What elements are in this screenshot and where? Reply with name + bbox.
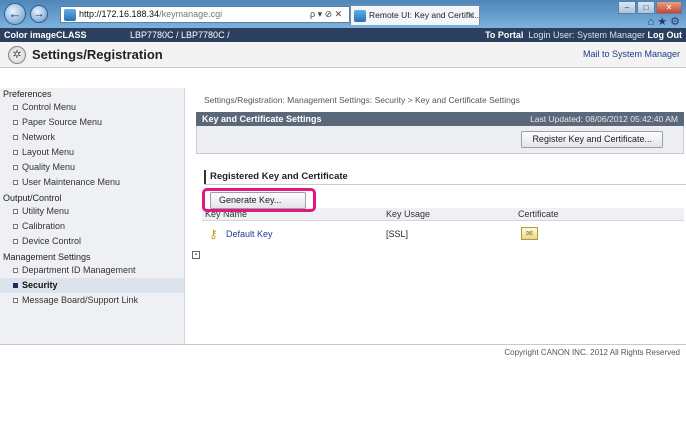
bullet-icon xyxy=(13,165,18,170)
sidebar-item-label: Message Board/Support Link xyxy=(22,295,139,305)
section-body: Register Key and Certificate... xyxy=(196,126,684,154)
sidebar-item-label: Layout Menu xyxy=(22,147,75,157)
sidebar-item-security[interactable]: Security xyxy=(0,278,184,293)
footer-divider xyxy=(0,344,686,345)
settings-gear-icon: ✲ xyxy=(8,46,26,64)
mail-to-system-manager-link[interactable]: Mail to System Manager xyxy=(583,49,680,59)
key-usage-value: [SSL] xyxy=(386,229,409,239)
sidebar-item-label: Utility Menu xyxy=(22,206,70,216)
model-name: LBP7780C / LBP7780C / xyxy=(130,30,230,40)
forward-button[interactable]: → xyxy=(30,5,48,23)
page-title: Settings/Registration xyxy=(32,47,163,62)
back-arrow-icon: ← xyxy=(8,6,22,21)
sidebar-item-layout-menu[interactable]: Layout Menu xyxy=(0,145,184,160)
address-bar[interactable]: http://172.16.188.34/keymanage.cgi xyxy=(60,6,350,23)
sidebar-item-label: Department ID Management xyxy=(22,265,136,275)
tab-close-icon[interactable]: ✕ xyxy=(467,6,475,24)
sidebar-item-quality-menu[interactable]: Quality Menu xyxy=(0,160,184,175)
minimize-button[interactable]: – xyxy=(618,1,636,14)
register-key-and-certificate-button[interactable]: Register Key and Certificate... xyxy=(521,131,663,148)
browser-tab[interactable]: Remote UI: Key and Certific... ✕ xyxy=(350,5,480,25)
sidebar-item-label: Control Menu xyxy=(22,102,77,112)
section-title: Key and Certificate Settings xyxy=(202,114,322,124)
highlight-box: Generate Key... xyxy=(202,188,316,212)
certificate-icon[interactable]: ✉ xyxy=(521,227,538,240)
header-links: To Portal Login User: System Manager Log… xyxy=(485,28,682,42)
divider xyxy=(204,184,686,185)
sidebar-heading-management-settings: Management Settings xyxy=(3,252,91,262)
browser-tool-icons[interactable]: ⌂ ★ ⚙ xyxy=(648,15,680,28)
sidebar-item-utility-menu[interactable]: Utility Menu xyxy=(0,204,184,219)
copyright: Copyright CANON INC. 2012 All Rights Res… xyxy=(504,348,680,357)
maximize-button[interactable]: □ xyxy=(637,1,655,14)
column-header-certificate: Certificate xyxy=(518,209,559,219)
generate-key-button[interactable]: Generate Key... xyxy=(210,192,306,209)
app-header-bar: Color imageCLASS LBP7780C / LBP7780C / T… xyxy=(0,28,686,42)
sidebar-item-calibration[interactable]: Calibration xyxy=(0,219,184,234)
bullet-icon xyxy=(13,239,18,244)
sidebar: Preferences Control Menu Paper Source Me… xyxy=(0,88,185,344)
bullet-icon xyxy=(13,150,18,155)
column-header-key-usage: Key Usage xyxy=(386,209,431,219)
bullet-icon xyxy=(13,283,18,288)
sidebar-item-label: User Maintenance Menu xyxy=(22,177,121,187)
bullet-icon xyxy=(13,120,18,125)
sidebar-item-label: Quality Menu xyxy=(22,162,76,172)
address-bar-icons[interactable]: ρ ▾ ⊘ ✕ xyxy=(310,6,342,23)
sidebar-item-user-maintenance-menu[interactable]: User Maintenance Menu xyxy=(0,175,184,190)
product-name: Color imageCLASS xyxy=(4,30,87,40)
bullet-icon xyxy=(13,105,18,110)
expand-icon[interactable]: ▪ xyxy=(192,251,200,259)
url-path: /keymanage.cgi xyxy=(159,9,223,19)
login-user: Login User: System Manager xyxy=(528,30,645,40)
sidebar-item-network[interactable]: Network xyxy=(0,130,184,145)
section-header: Key and Certificate Settings Last Update… xyxy=(196,112,684,126)
sidebar-heading-preferences: Preferences xyxy=(3,89,52,99)
url-host: http://172.16.188.34 xyxy=(79,9,160,19)
site-favicon-icon xyxy=(64,9,76,21)
key-icon: ⚷ xyxy=(209,227,218,241)
sidebar-heading-output-control: Output/Control xyxy=(3,193,62,203)
breadcrumb: Settings/Registration: Management Settin… xyxy=(204,95,520,105)
sidebar-item-message-board-support-link[interactable]: Message Board/Support Link xyxy=(0,293,184,308)
page-title-bar: ✲ Settings/Registration Mail to System M… xyxy=(0,42,686,68)
forward-arrow-icon: → xyxy=(33,8,45,20)
sidebar-item-department-id-management[interactable]: Department ID Management xyxy=(0,263,184,278)
tab-favicon-icon xyxy=(354,10,366,22)
bullet-icon xyxy=(13,135,18,140)
back-button[interactable]: ← xyxy=(4,3,26,25)
default-key-link[interactable]: Default Key xyxy=(226,223,273,245)
tab-title: Remote UI: Key and Certific... xyxy=(369,10,480,20)
sidebar-item-paper-source-menu[interactable]: Paper Source Menu xyxy=(0,115,184,130)
browser-chrome: ← → http://172.16.188.34/keymanage.cgi ρ… xyxy=(0,0,686,28)
sidebar-item-device-control[interactable]: Device Control xyxy=(0,234,184,249)
sidebar-item-label: Calibration xyxy=(22,221,66,231)
to-portal-link[interactable]: To Portal xyxy=(485,30,523,40)
last-updated: Last Updated: 08/06/2012 05:42:40 AM xyxy=(530,114,678,124)
window-controls: – □ ✕ xyxy=(617,1,682,15)
close-window-button[interactable]: ✕ xyxy=(656,1,682,14)
sidebar-item-control-menu[interactable]: Control Menu xyxy=(0,100,184,115)
log-out-link[interactable]: Log Out xyxy=(648,30,683,40)
bullet-icon xyxy=(13,180,18,185)
bullet-icon xyxy=(13,209,18,214)
sidebar-item-label: Security xyxy=(22,280,58,290)
sidebar-item-label: Paper Source Menu xyxy=(22,117,103,127)
registered-key-title: Registered Key and Certificate xyxy=(204,170,348,184)
sidebar-item-label: Network xyxy=(22,132,56,142)
bullet-icon xyxy=(13,298,18,303)
bullet-icon xyxy=(13,224,18,229)
bullet-icon xyxy=(13,268,18,273)
sidebar-item-label: Device Control xyxy=(22,236,82,246)
table-row: ⚷ Default Key [SSL] ✉ xyxy=(202,223,684,245)
